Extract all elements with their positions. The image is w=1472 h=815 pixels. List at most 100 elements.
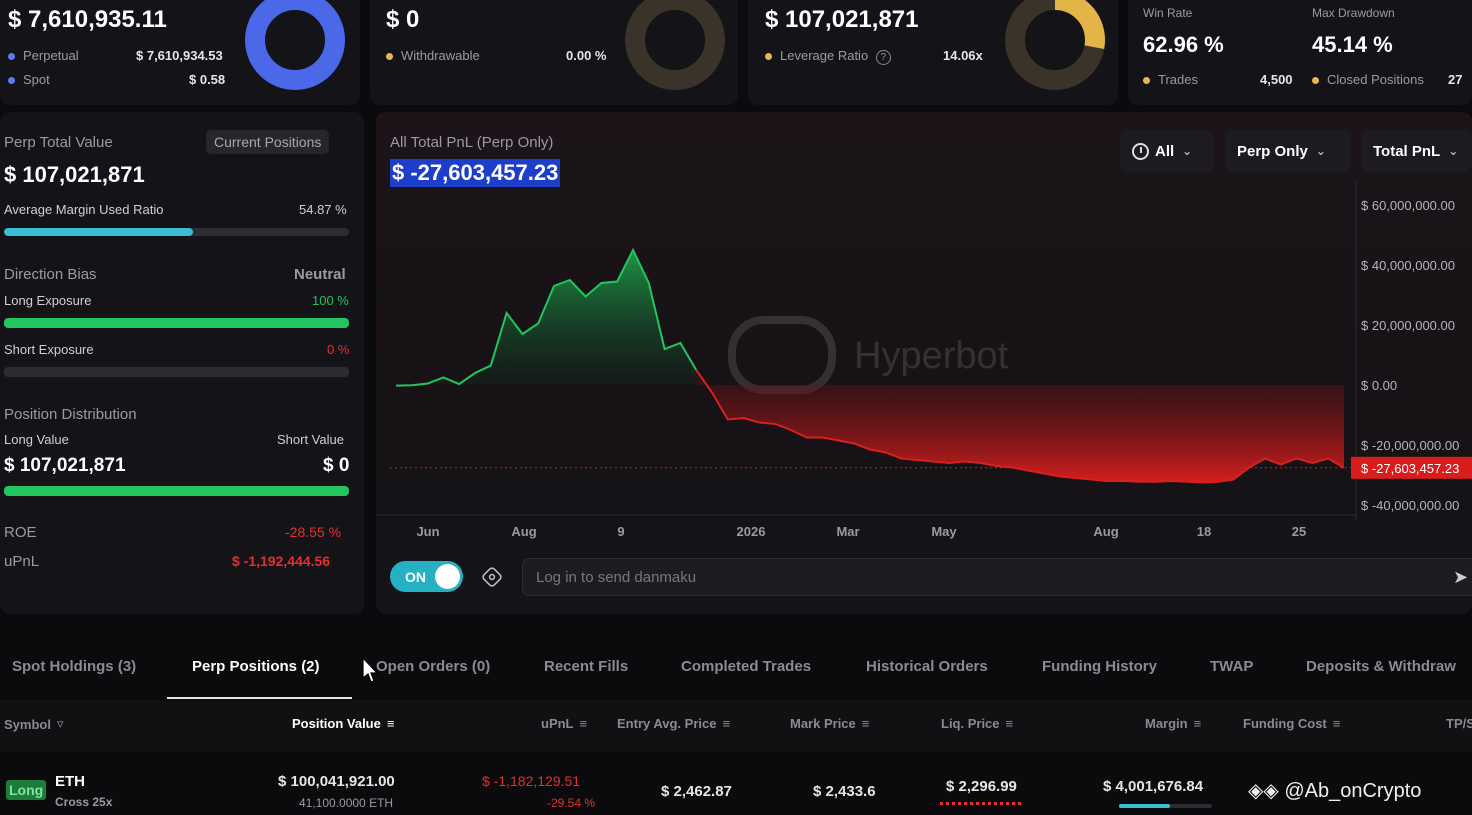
- long-exposure-bar-fill: [4, 318, 349, 328]
- header-symbol[interactable]: Symbol ▿: [4, 716, 64, 732]
- tab-completed-trades[interactable]: Completed Trades: [681, 658, 811, 675]
- margin-usage-bar: [1119, 804, 1212, 808]
- max-drawdown-label: Max Drawdown: [1312, 6, 1395, 20]
- long-exposure-bar: [4, 318, 349, 328]
- sort-icon: ≡: [722, 716, 731, 731]
- x-tick-label: 25: [1292, 524, 1306, 539]
- clock-icon: [1132, 142, 1149, 160]
- stats-card: Win Rate 62.96 % Max Drawdown 45.14 % Tr…: [1128, 0, 1472, 105]
- hyperbot-watermark: Hyperbot: [728, 316, 1009, 394]
- perp-summary-panel: Perp Total Value Current Positions $ 107…: [0, 112, 364, 614]
- sort-icon: ≡: [386, 716, 395, 731]
- tab-open-orders[interactable]: Open Orders (0): [376, 658, 490, 675]
- side-badge: Long: [6, 780, 47, 800]
- header-upnl[interactable]: uPnL ≡: [541, 716, 587, 731]
- x-tick-label: Aug: [511, 524, 536, 539]
- danmaku-input-placeholder: Log in to send danmaku: [536, 569, 697, 586]
- active-tab-underline: [167, 697, 352, 699]
- position-distribution-label: Position Distribution: [4, 406, 137, 423]
- perp-total-label: Perp Total Value: [4, 134, 113, 151]
- leverage-card: $ 107,021,871 Leverage Ratio ? 14.06x: [748, 0, 1118, 105]
- header-funding-cost[interactable]: Funding Cost ≡: [1243, 716, 1340, 731]
- tab-perp-positions[interactable]: Perp Positions (2): [192, 658, 320, 675]
- tab-funding-history[interactable]: Funding History: [1042, 658, 1157, 675]
- header-mark-price[interactable]: Mark Price ≡: [790, 716, 869, 731]
- x-tick-label: Mar: [836, 524, 859, 539]
- header-tp-sl[interactable]: TP/S: [1446, 716, 1472, 731]
- chevron-down-icon: ⌄: [1182, 144, 1193, 158]
- diamond-logo-icon: ◈◈: [1248, 780, 1279, 802]
- avg-margin-value: 54.87 %: [299, 202, 347, 217]
- pnl-area-chart[interactable]: Hyperbot $ 60,000,000.00 $ 40,000,000.00 $…: [376, 180, 1472, 550]
- header-position-value[interactable]: Position Value ≡: [292, 716, 394, 731]
- sort-icon: ≡: [1005, 716, 1014, 731]
- perpetual-dot: [8, 53, 15, 61]
- watermark-text: Hyperbot: [854, 335, 1009, 377]
- help-icon[interactable]: ?: [875, 50, 891, 65]
- header-margin[interactable]: Margin ≡: [1145, 716, 1201, 731]
- sort-icon: ≡: [861, 716, 870, 731]
- current-positions-button[interactable]: Current Positions: [206, 130, 330, 154]
- y-tick-label: $ 20,000,000.00: [1361, 318, 1455, 333]
- avg-margin-bar-fill: [4, 228, 194, 236]
- closed-positions-dot: [1312, 77, 1319, 85]
- total-account-value: $ 7,610,935.11: [8, 6, 167, 33]
- long-exposure-value: 100 %: [312, 293, 349, 308]
- closed-positions-value: 27: [1448, 72, 1463, 87]
- range-dropdown-label: All: [1155, 142, 1175, 160]
- withdrawable-dot: [386, 53, 393, 61]
- metric-dropdown[interactable]: Total PnL ⌄: [1361, 130, 1472, 172]
- perpetual-label: Perpetual: [8, 48, 79, 63]
- upnl-value: $ -1,192,444.56: [232, 553, 331, 569]
- tab-twap[interactable]: TWAP: [1210, 658, 1253, 675]
- long-distribution-bar-fill: [4, 486, 349, 496]
- direction-bias-label: Direction Bias: [4, 266, 97, 283]
- danmaku-toggle[interactable]: ON: [390, 561, 463, 592]
- sort-icon: ≡: [1193, 716, 1202, 731]
- perp-total-value: $ 107,021,871: [4, 162, 145, 187]
- entry-price: $ 2,462.87: [661, 783, 732, 800]
- withdrawable-card: $ 0 Withdrawable 0.00 %: [370, 0, 738, 105]
- leverage-value: 14.06x: [943, 48, 983, 63]
- x-tick-label: Aug: [1093, 524, 1118, 539]
- upnl-pct-cell: -29.54 %: [547, 796, 596, 810]
- table-row[interactable]: Long ETH Cross 25x $ 100,041,921.00 41,1…: [0, 752, 1472, 815]
- upnl-cell: $ -1,182,129.51: [482, 773, 581, 789]
- toggle-knob: [435, 564, 460, 589]
- send-icon[interactable]: ➤: [1453, 567, 1468, 588]
- tab-spot-holdings[interactable]: Spot Holdings (3): [12, 658, 136, 675]
- y-tick-label: $ 0.00: [1361, 378, 1397, 393]
- header-entry-price[interactable]: Entry Avg. Price ≡: [617, 716, 730, 731]
- spot-label: Spot: [8, 72, 50, 87]
- x-tick-label: 2026: [737, 524, 766, 539]
- tab-recent-fills[interactable]: Recent Fills: [544, 658, 628, 675]
- y-tick-label: $ -40,000,000.00: [1361, 498, 1459, 513]
- withdrawable-label: Withdrawable: [386, 48, 480, 63]
- liq-price: $ 2,296.99: [946, 778, 1017, 795]
- positive-pnl-area: [396, 250, 697, 386]
- mouse-cursor-icon: [362, 656, 379, 683]
- sort-icon: ≡: [579, 716, 588, 731]
- withdrawable-pct: 0.00 %: [566, 48, 607, 63]
- tab-historical-orders[interactable]: Historical Orders: [866, 658, 988, 675]
- sort-icon: ≡: [1332, 716, 1341, 731]
- long-value-label: Long Value: [4, 432, 69, 447]
- short-value: $ 0: [323, 455, 350, 476]
- header-liq-price[interactable]: Liq. Price ≡: [941, 716, 1013, 731]
- range-dropdown[interactable]: All ⌄: [1120, 130, 1214, 172]
- filter-icon[interactable]: ▿: [57, 716, 64, 732]
- symbol[interactable]: ETH: [55, 773, 85, 790]
- spot-value: $ 0.58: [189, 72, 226, 87]
- x-tick-label: Jun: [416, 524, 439, 539]
- roe-value: -28.55 %: [285, 524, 342, 540]
- short-exposure-value: 0 %: [327, 342, 350, 357]
- margin-cell: $ 4,001,676.84: [1103, 778, 1204, 795]
- long-value: $ 107,021,871: [4, 455, 126, 476]
- danmaku-input[interactable]: Log in to send danmaku ➤: [522, 558, 1472, 596]
- leverage-total: $ 107,021,871: [765, 6, 919, 33]
- short-exposure-bar: [4, 367, 349, 377]
- roe-label: ROE: [4, 524, 37, 541]
- tab-deposits-withdraw[interactable]: Deposits & Withdraw: [1306, 658, 1456, 675]
- direction-bias-value: Neutral: [294, 266, 346, 283]
- scope-dropdown[interactable]: Perp Only ⌄: [1225, 130, 1351, 172]
